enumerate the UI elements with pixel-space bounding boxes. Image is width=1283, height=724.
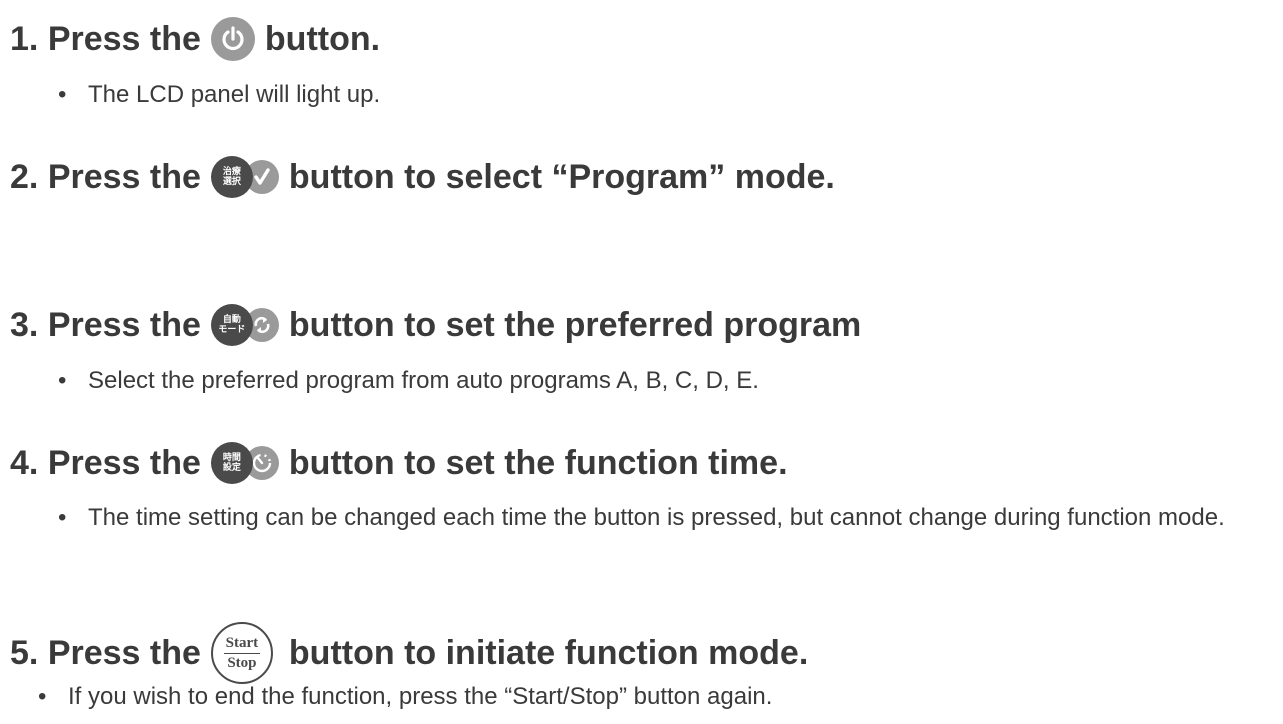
step-3-bullet-text: Select the preferred program from auto p… [88,367,759,394]
step-3-trail: button to set the preferred program [288,305,862,344]
step-4-bullet: • The time setting can be changed each t… [58,501,1278,535]
step-2-lead: Press the [47,157,201,196]
start-stop-button-icon: Start Stop [210,622,273,684]
stop-label: Stop [227,654,257,671]
step-5-trail: button to initiate function mode. [288,633,809,672]
step-4-number: 4. [10,443,39,482]
step-4-lead: Press the [47,443,201,482]
step-1-heading: 1. Press the button. [10,14,380,64]
start-label: Start [225,634,259,651]
time-setting-button-icon: 時間 設定 [210,442,279,484]
auto-mode-button-icon: 自動 モード [210,304,279,346]
step-5-number: 5. [10,633,39,672]
auto-mode-label-icon: 自動 モード [210,304,253,346]
step-1-bullet-text: The LCD panel will light up. [88,81,381,108]
step-2-number: 2. [10,157,39,196]
treatment-select-label-icon: 治療 選択 [210,156,253,198]
start-stop-divider [223,652,260,654]
step-2-heading: 2. Press the 治療 選択 button to select “Pro… [10,152,835,202]
jp-label-bottom: モード [218,325,246,335]
step-3-number: 3. [10,305,39,344]
jp-label-bottom: 設定 [222,463,241,473]
step-4-trail: button to set the function time. [288,443,788,482]
step-1-lead: Press the [47,19,201,58]
step-2-trail: button to select “Program” mode. [288,157,835,196]
treatment-select-button-icon: 治療 選択 [210,156,279,198]
jp-label-bottom: 選択 [222,177,241,187]
step-3-heading: 3. Press the 自動 モード button to set the pr… [10,300,861,350]
step-1-number: 1. [10,19,39,58]
step-1-trail: button. [264,19,381,58]
jp-label-top: 自動 [222,315,241,325]
step-1-bullet: • The LCD panel will light up. [58,78,381,112]
bullet-dot: • [58,81,67,108]
step-5-bullet-text: If you wish to end the function, press t… [68,683,773,710]
jp-label-top: 治療 [222,167,241,177]
step-3-bullet: • Select the preferred program from auto… [58,364,759,398]
time-setting-label-icon: 時間 設定 [210,442,253,484]
step-3-lead: Press the [47,305,201,344]
step-5-heading: 5. Press the Start Stop button to initia… [10,622,809,684]
step-5-bullet: • If you wish to end the function, press… [38,680,773,714]
bullet-dot: • [38,683,47,710]
jp-label-top: 時間 [222,453,241,463]
power-icon [210,17,255,61]
bullet-dot: • [58,367,67,394]
step-4-bullet-text: The time setting can be changed each tim… [88,504,1225,531]
bullet-dot: • [58,504,67,531]
step-4-heading: 4. Press the 時間 設定 button to set the fun… [10,438,788,488]
power-button-icon [210,17,255,61]
step-5-lead: Press the [47,633,201,672]
start-stop-icon: Start Stop [210,622,273,684]
